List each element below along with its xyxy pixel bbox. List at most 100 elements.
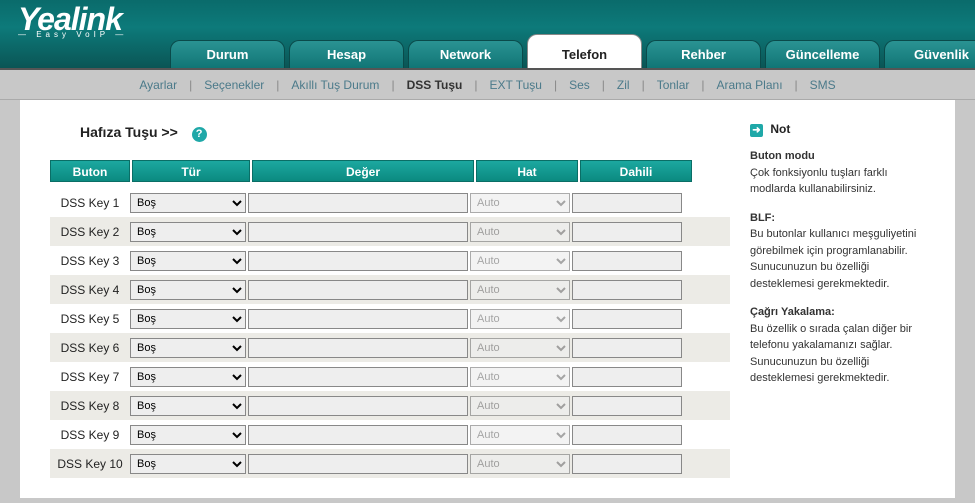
page-title-text: Hafıza Tuşu >> [80, 124, 178, 140]
col-header-value: Değer [252, 160, 474, 182]
grid-row: DSS Key 5Boş Auto [50, 304, 730, 333]
host-select[interactable]: Auto [470, 454, 570, 474]
grid-row: DSS Key 6Boş Auto [50, 333, 730, 362]
subnav-sep: | [602, 78, 605, 92]
type-select[interactable]: Boş [130, 222, 246, 242]
type-select[interactable]: Boş [130, 338, 246, 358]
subnav-sep: | [391, 78, 394, 92]
row-label: DSS Key 2 [50, 225, 130, 239]
main-tabs: DurumHesapNetworkTelefonRehberGüncelleme… [170, 40, 975, 68]
main-tab-hesap[interactable]: Hesap [289, 40, 404, 68]
subnav-sep: | [554, 78, 557, 92]
host-select[interactable]: Auto [470, 193, 570, 213]
host-select[interactable]: Auto [470, 338, 570, 358]
grid-row: DSS Key 1Boş Auto [50, 188, 730, 217]
main-tab-telefon[interactable]: Telefon [527, 34, 642, 68]
subnav-item-3[interactable]: DSS Tuşu [403, 78, 467, 92]
grid-header: Buton Tür Değer Hat Dahili [50, 160, 730, 182]
value-input[interactable] [248, 454, 468, 474]
subnav-item-8[interactable]: Arama Planı [713, 78, 787, 92]
value-input[interactable] [248, 367, 468, 387]
dahili-input[interactable] [572, 193, 682, 213]
row-label: DSS Key 4 [50, 283, 130, 297]
type-select[interactable]: Boş [130, 251, 246, 271]
host-select[interactable]: Auto [470, 425, 570, 445]
notes-header: ➜ Not [750, 120, 930, 138]
subnav-item-2[interactable]: Akıllı Tuş Durum [287, 78, 383, 92]
page-title: Hafıza Tuşu >> ? [80, 124, 730, 142]
type-select[interactable]: Boş [130, 309, 246, 329]
main-tab-güncelleme[interactable]: Güncelleme [765, 40, 880, 68]
main-tab-network[interactable]: Network [408, 40, 523, 68]
subnav-item-1[interactable]: Seçenekler [200, 78, 268, 92]
col-header-host: Hat [476, 160, 578, 182]
type-select[interactable]: Boş [130, 396, 246, 416]
host-select[interactable]: Auto [470, 251, 570, 271]
value-input[interactable] [248, 193, 468, 213]
dahili-input[interactable] [572, 309, 682, 329]
subnav-item-9[interactable]: SMS [806, 78, 840, 92]
dahili-input[interactable] [572, 425, 682, 445]
grid-row: DSS Key 3BoşAuto [50, 246, 730, 275]
subnav-sep: | [474, 78, 477, 92]
value-input[interactable] [248, 280, 468, 300]
value-input[interactable] [248, 396, 468, 416]
type-select[interactable]: Boş [130, 193, 246, 213]
dahili-input[interactable] [572, 367, 682, 387]
dahili-input[interactable] [572, 338, 682, 358]
dahili-input[interactable] [572, 251, 682, 271]
host-select[interactable]: Auto [470, 309, 570, 329]
dahili-input[interactable] [572, 222, 682, 242]
subnav-item-0[interactable]: Ayarlar [135, 78, 181, 92]
logo: Yealink — Easy VoIP — [18, 4, 127, 39]
note-title: Buton modu [750, 150, 815, 162]
col-header-button: Buton [50, 160, 130, 182]
row-label: DSS Key 6 [50, 341, 130, 355]
value-input[interactable] [248, 425, 468, 445]
grid-row: DSS Key 9Boş Auto [50, 420, 730, 449]
value-input[interactable] [248, 338, 468, 358]
subnav-sep: | [276, 78, 279, 92]
type-select[interactable]: Boş [130, 425, 246, 445]
help-icon[interactable]: ? [192, 127, 207, 142]
host-select[interactable]: Auto [470, 367, 570, 387]
dahili-input[interactable] [572, 396, 682, 416]
note-title: Çağrı Yakalama: [750, 306, 835, 318]
subnav-sep: | [189, 78, 192, 92]
main-tab-rehber[interactable]: Rehber [646, 40, 761, 68]
subnav-item-5[interactable]: Ses [565, 78, 594, 92]
row-label: DSS Key 5 [50, 312, 130, 326]
col-header-dahili: Dahili [580, 160, 692, 182]
host-select[interactable]: Auto [470, 222, 570, 242]
subnav-sep: | [701, 78, 704, 92]
arrow-right-icon: ➜ [750, 124, 763, 137]
note-text: Bu butonlar kullanıcı meşguliyetini göre… [750, 228, 916, 290]
dahili-input[interactable] [572, 454, 682, 474]
subnav-item-7[interactable]: Tonlar [653, 78, 694, 92]
subnav-item-6[interactable]: Zil [613, 78, 634, 92]
host-select[interactable]: Auto [470, 280, 570, 300]
type-select[interactable]: Boş [130, 280, 246, 300]
type-select[interactable]: Boş [130, 367, 246, 387]
subnav: Ayarlar | Seçenekler | Akıllı Tuş Durum … [0, 70, 975, 100]
main-tab-durum[interactable]: Durum [170, 40, 285, 68]
grid-row: DSS Key 10Boş Auto [50, 449, 730, 478]
host-select[interactable]: Auto [470, 396, 570, 416]
note-title: BLF: [750, 212, 775, 224]
row-label: DSS Key 1 [50, 196, 130, 210]
header: Yealink — Easy VoIP — DurumHesapNetworkT… [0, 0, 975, 70]
value-input[interactable] [248, 309, 468, 329]
value-input[interactable] [248, 222, 468, 242]
grid-row: DSS Key 7BoşAuto [50, 362, 730, 391]
row-label: DSS Key 10 [50, 457, 130, 471]
subnav-sep: | [795, 78, 798, 92]
dahili-input[interactable] [572, 280, 682, 300]
row-label: DSS Key 9 [50, 428, 130, 442]
note-section: BLF: Bu butonlar kullanıcı meşguliyetini … [750, 210, 930, 293]
type-select[interactable]: Boş [130, 454, 246, 474]
subnav-item-4[interactable]: EXT Tuşu [485, 78, 545, 92]
value-input[interactable] [248, 251, 468, 271]
note-text: Çok fonksiyonlu tuşları farklı modlarda … [750, 167, 888, 196]
note-text: Bu özellik o sırada çalan diğer bir tele… [750, 323, 912, 385]
main-tab-güvenlik[interactable]: Güvenlik [884, 40, 975, 68]
